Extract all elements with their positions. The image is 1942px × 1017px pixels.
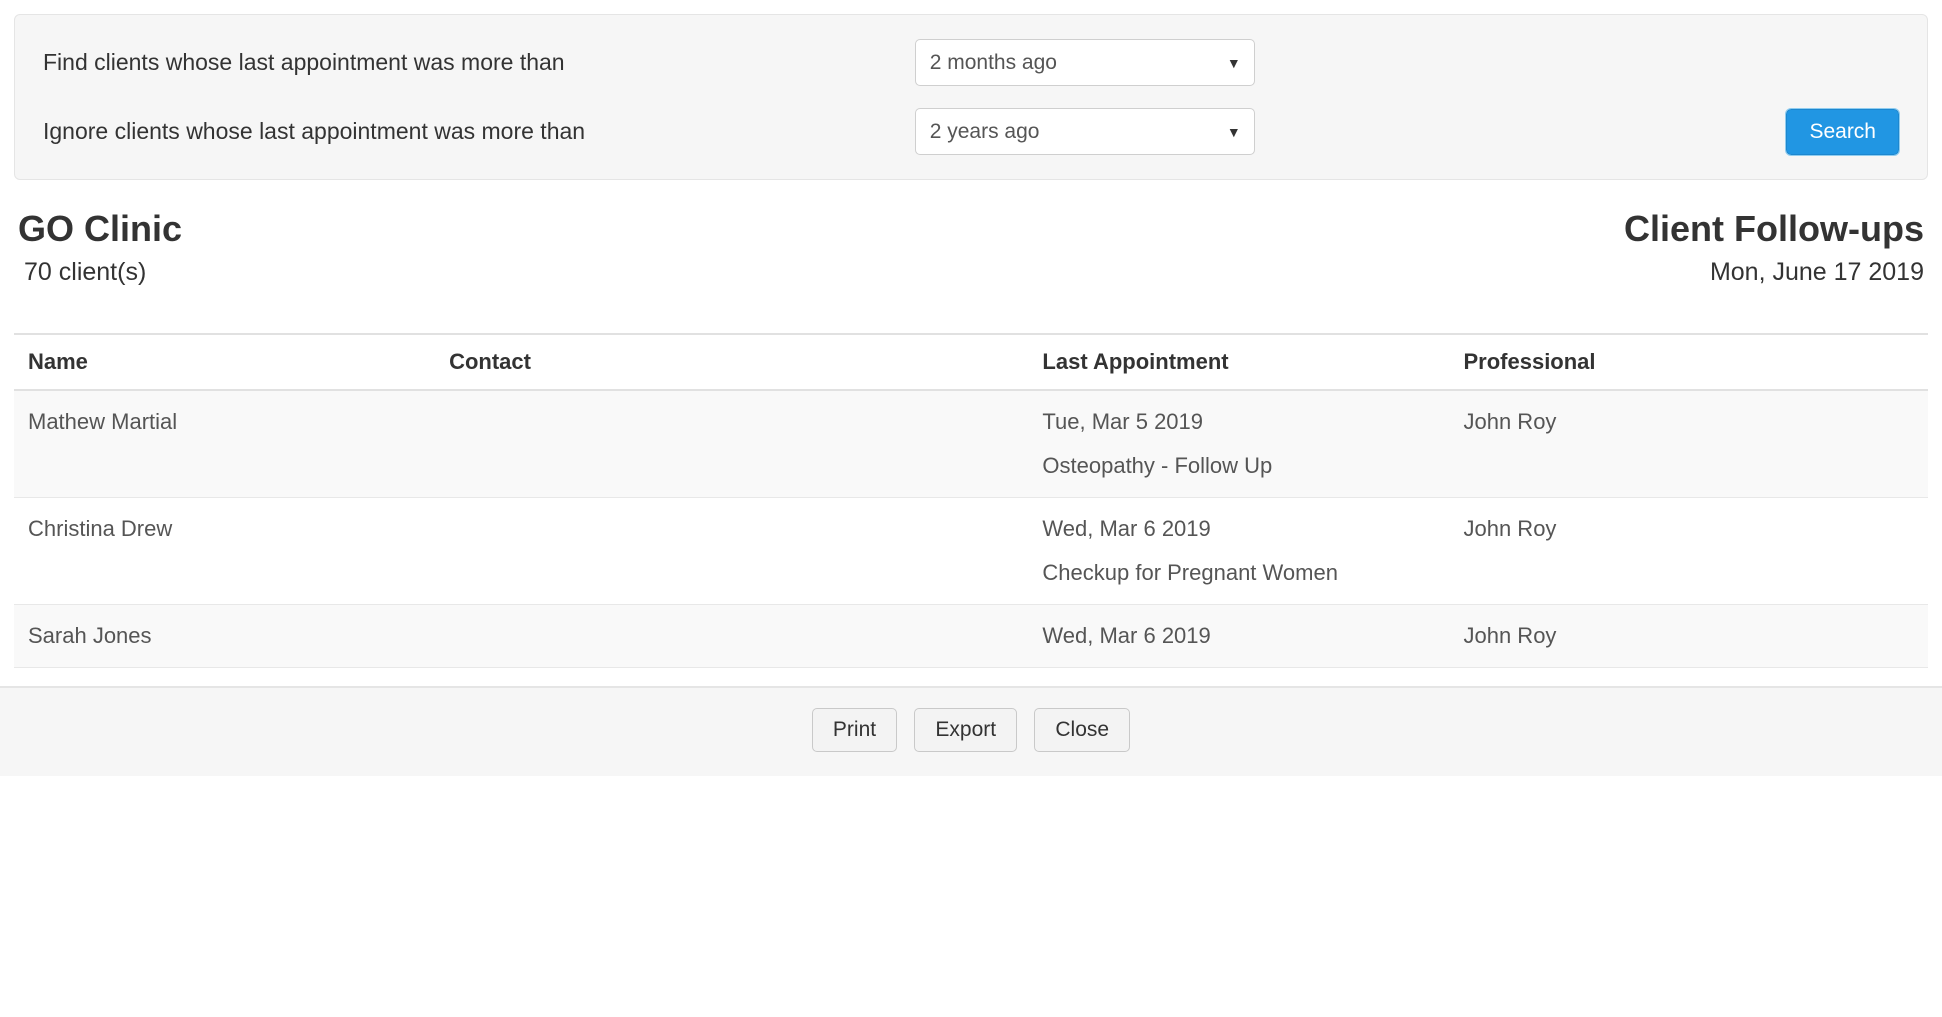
appointment-type: Checkup for Pregnant Women — [1042, 560, 1435, 586]
cell-contact — [435, 498, 1028, 605]
header-left: GO Clinic 70 client(s) — [18, 208, 182, 287]
column-header-contact: Contact — [435, 334, 1028, 390]
search-button[interactable]: Search — [1786, 109, 1899, 155]
header-right: Client Follow-ups Mon, June 17 2019 — [1624, 208, 1924, 287]
find-clients-select-wrap: 2 months ago ▼ — [915, 39, 1255, 86]
column-header-name: Name — [14, 334, 435, 390]
cell-contact — [435, 605, 1028, 668]
client-count-label: client(s) — [52, 258, 146, 286]
followups-table-wrap: Name Contact Last Appointment Profession… — [14, 333, 1928, 668]
cell-last-appointment: Wed, Mar 6 2019 Checkup for Pregnant Wom… — [1028, 498, 1449, 605]
table-row: Christina Drew Wed, Mar 6 2019 Checkup f… — [14, 498, 1928, 605]
client-count: 70 client(s) — [18, 258, 182, 287]
table-row: Mathew Martial Tue, Mar 5 2019 Osteopath… — [14, 390, 1928, 498]
client-count-number: 70 — [24, 258, 52, 286]
cell-name: Sarah Jones — [14, 605, 435, 668]
ignore-clients-select[interactable]: 2 years ago — [915, 108, 1255, 155]
cell-last-appointment: Wed, Mar 6 2019 — [1028, 605, 1449, 668]
clinic-name: GO Clinic — [18, 208, 182, 250]
find-clients-select[interactable]: 2 months ago — [915, 39, 1255, 86]
close-button[interactable]: Close — [1034, 708, 1130, 752]
cell-contact — [435, 390, 1028, 498]
table-row: Sarah Jones Wed, Mar 6 2019 John Roy — [14, 605, 1928, 668]
followups-table: Name Contact Last Appointment Profession… — [14, 333, 1928, 668]
filter-panel: Find clients whose last appointment was … — [14, 14, 1928, 180]
export-button[interactable]: Export — [914, 708, 1017, 752]
column-header-last-appointment: Last Appointment — [1028, 334, 1449, 390]
ignore-clients-select-wrap: 2 years ago ▼ — [915, 108, 1255, 155]
appointment-date: Wed, Mar 6 2019 — [1042, 516, 1435, 542]
appointment-type: Osteopathy - Follow Up — [1042, 453, 1435, 479]
cell-professional: John Roy — [1449, 605, 1928, 668]
appointment-date: Wed, Mar 6 2019 — [1042, 623, 1435, 649]
print-button[interactable]: Print — [812, 708, 897, 752]
column-header-professional: Professional — [1449, 334, 1928, 390]
cell-professional: John Roy — [1449, 390, 1928, 498]
find-clients-label: Find clients whose last appointment was … — [43, 49, 895, 76]
table-header-row: Name Contact Last Appointment Profession… — [14, 334, 1928, 390]
appointment-date: Tue, Mar 5 2019 — [1042, 409, 1435, 435]
report-header: GO Clinic 70 client(s) Client Follow-ups… — [14, 208, 1928, 287]
cell-name: Mathew Martial — [14, 390, 435, 498]
cell-name: Christina Drew — [14, 498, 435, 605]
report-date: Mon, June 17 2019 — [1624, 258, 1924, 287]
main-container: Find clients whose last appointment was … — [0, 0, 1942, 668]
cell-last-appointment: Tue, Mar 5 2019 Osteopathy - Follow Up — [1028, 390, 1449, 498]
cell-professional: John Roy — [1449, 498, 1928, 605]
report-title: Client Follow-ups — [1624, 208, 1924, 250]
ignore-clients-label: Ignore clients whose last appointment wa… — [43, 118, 895, 145]
footer-bar: Print Export Close — [0, 686, 1942, 776]
